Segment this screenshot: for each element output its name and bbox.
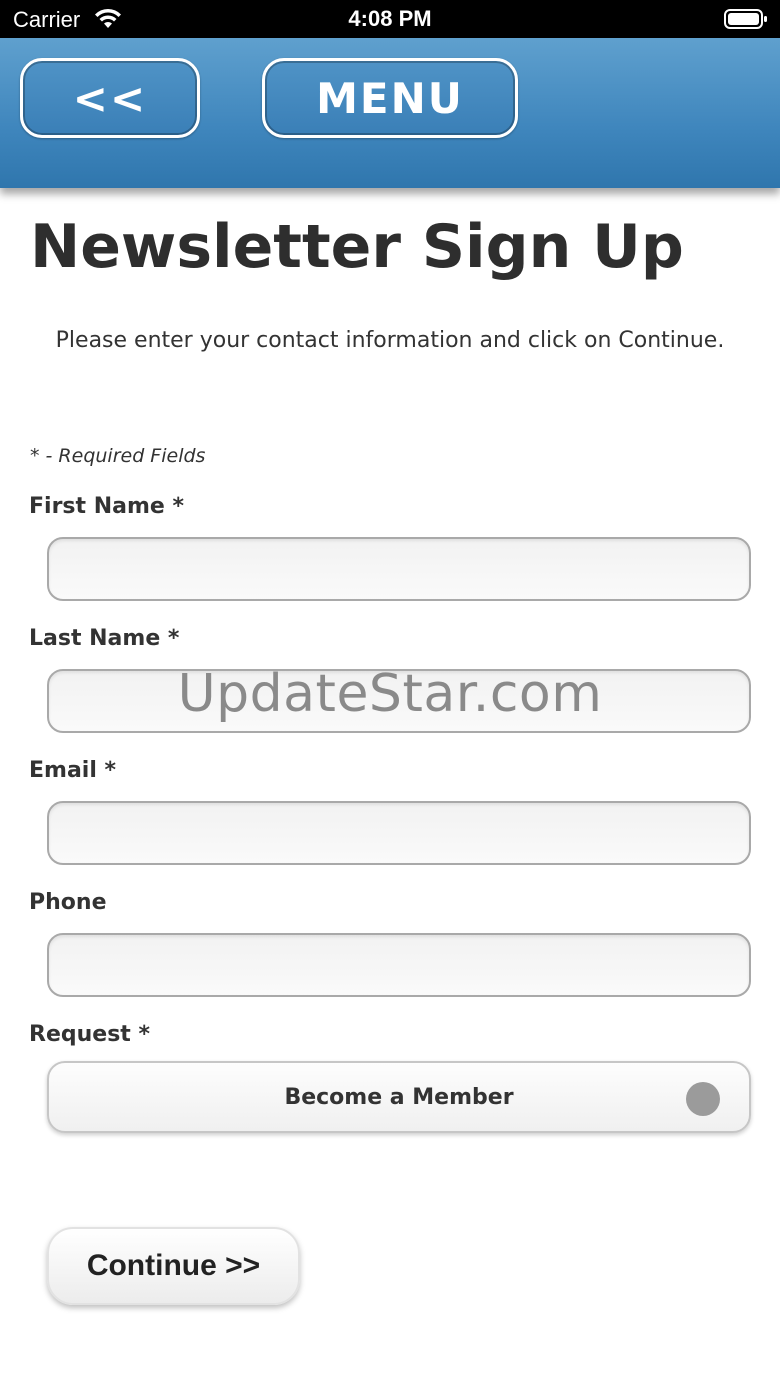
- select-indicator-icon: [686, 1082, 720, 1116]
- menu-button[interactable]: MENU: [262, 58, 518, 138]
- last-name-label: Last Name *: [29, 626, 180, 651]
- required-fields-note: * - Required Fields: [30, 445, 206, 467]
- request-label: Request *: [29, 1022, 150, 1047]
- watermark: UpdateStar.com: [177, 664, 603, 724]
- app-header: << MENU: [0, 38, 780, 188]
- battery-icon: [724, 9, 767, 29]
- first-name-label: First Name *: [29, 494, 184, 519]
- request-selected-value: Become a Member: [284, 1084, 514, 1110]
- email-field[interactable]: [47, 801, 751, 865]
- status-clock: 4:08 PM: [348, 6, 432, 31]
- phone-label: Phone: [29, 890, 107, 915]
- status-bar: Carrier 4:08 PM: [0, 0, 780, 38]
- back-button[interactable]: <<: [20, 58, 200, 138]
- intro-text: Please enter your contact information an…: [55, 328, 725, 353]
- continue-button[interactable]: Continue >>: [47, 1227, 300, 1305]
- first-name-field[interactable]: [47, 537, 751, 601]
- email-label: Email *: [29, 758, 117, 783]
- request-select[interactable]: Become a Member: [47, 1061, 751, 1133]
- page-title: Newsletter Sign Up: [30, 212, 684, 282]
- phone-field[interactable]: [47, 933, 751, 997]
